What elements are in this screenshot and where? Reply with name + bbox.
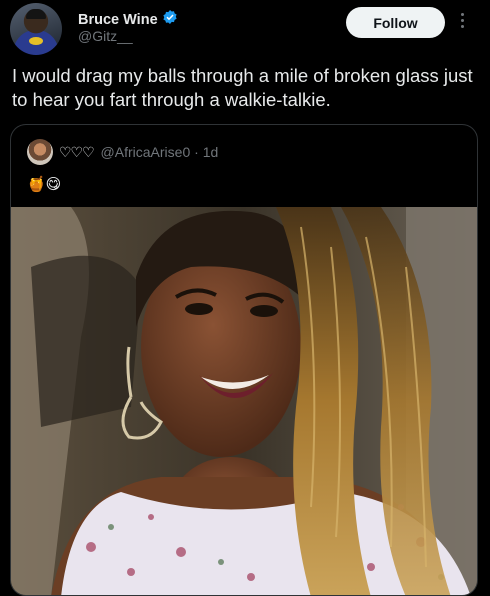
quoted-separator: · (194, 144, 199, 160)
verified-badge-icon (162, 9, 178, 29)
quoted-meta: ♡♡♡ @AfricaArise0 · 1d (59, 144, 218, 161)
follow-button[interactable]: Follow (346, 7, 445, 38)
quoted-name[interactable]: ♡♡♡ (59, 144, 95, 160)
author-handle[interactable]: @Gitz__ (78, 28, 133, 44)
tweet-text: I would drag my balls through a mile of … (12, 65, 473, 110)
photo-illustration (11, 207, 477, 595)
quoted-time[interactable]: 1d (203, 144, 219, 160)
avatar-logo (29, 37, 43, 45)
quoted-avatar[interactable] (27, 139, 53, 165)
more-options-icon[interactable] (457, 10, 467, 34)
avatar-hat (26, 9, 46, 19)
author-name-row[interactable]: Bruce Wine (78, 9, 178, 29)
quoted-handle[interactable]: @AfricaArise0 (101, 144, 191, 160)
quoted-tweet[interactable]: ♡♡♡ @AfricaArise0 · 1d 🍯😋 (10, 124, 478, 596)
author-name[interactable]: Bruce Wine (78, 12, 158, 28)
quoted-photo[interactable] (11, 207, 477, 595)
author-avatar[interactable] (10, 3, 62, 55)
quoted-text: 🍯😋 (27, 176, 62, 193)
tweet-header: Bruce Wine @Gitz__ Follow (0, 0, 490, 56)
